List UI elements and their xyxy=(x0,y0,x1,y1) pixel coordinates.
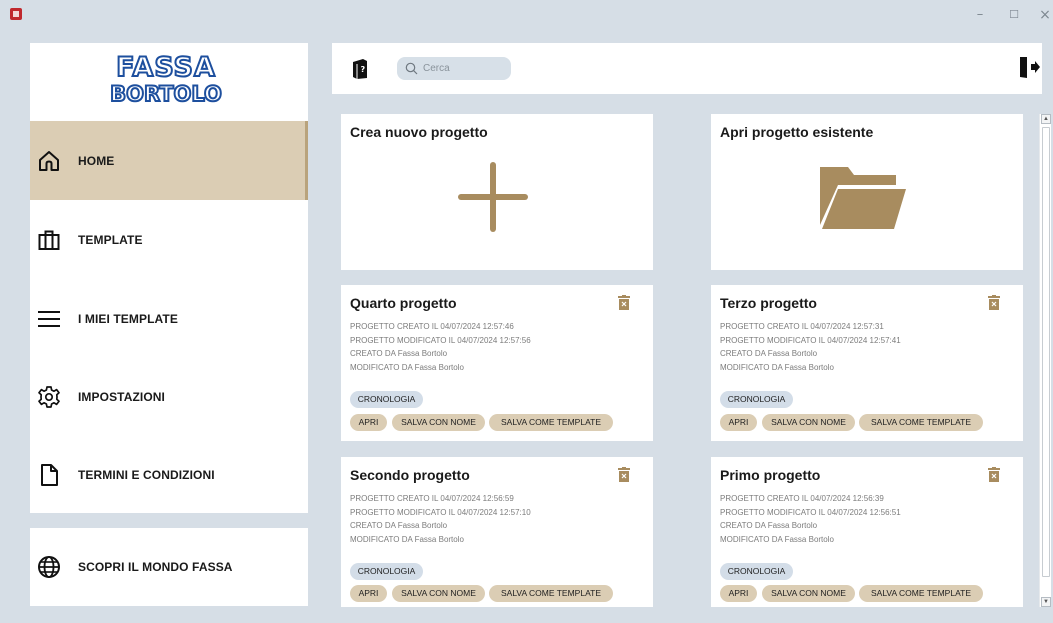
home-icon xyxy=(36,148,62,174)
save-as-template-button[interactable]: SALVA COME TEMPLATE xyxy=(489,414,613,431)
sidebar-item-home[interactable]: HOME xyxy=(30,121,308,200)
history-button[interactable]: CRONOLOGIA xyxy=(350,391,423,408)
open-project-card[interactable]: Apri progetto esistente xyxy=(711,114,1023,270)
gear-icon xyxy=(36,384,62,410)
created-date: PROGETTO CREATO IL 04/07/2024 12:56:59 xyxy=(350,494,514,503)
modified-date: PROGETTO MODIFICATO IL 04/07/2024 12:57:… xyxy=(350,335,531,345)
plus-icon xyxy=(457,161,529,233)
logo-line-1: FASSA xyxy=(115,52,216,83)
history-button[interactable]: CRONOLOGIA xyxy=(720,563,793,580)
logo-area: FASSA BORTOLO xyxy=(30,43,308,121)
sidebar-item-label: IMPOSTAZIONI xyxy=(78,389,165,404)
modified-by: MODIFICATO DA Fassa Bortolo xyxy=(350,362,464,372)
fassa-bortolo-logo: FASSA BORTOLO xyxy=(106,52,226,109)
logout-icon[interactable] xyxy=(1017,55,1041,79)
created-by: CREATO DA Fassa Bortolo xyxy=(720,349,818,358)
history-button[interactable]: CRONOLOGIA xyxy=(350,563,423,580)
project-title: Secondo progetto xyxy=(350,467,470,483)
project-card: Terzo progetto PROGETTO CREATO IL 04/07/… xyxy=(711,285,1023,441)
save-as-button[interactable]: SALVA CON NOME xyxy=(392,414,485,431)
scroll-down-arrow-icon[interactable]: ▼ xyxy=(1041,597,1051,607)
created-date: PROGETTO CREATO IL 04/07/2024 12:57:46 xyxy=(350,322,514,331)
trash-icon[interactable] xyxy=(988,295,1000,310)
sidebar-item-terms[interactable]: TERMINI E CONDIZIONI xyxy=(30,435,308,514)
save-as-button[interactable]: SALVA CON NOME xyxy=(762,585,855,602)
sidebar-item-settings[interactable]: IMPOSTAZIONI xyxy=(30,357,308,436)
project-meta: PROGETTO CREATO IL 04/07/2024 12:57:31 P… xyxy=(720,320,901,374)
modified-date: PROGETTO MODIFICATO IL 04/07/2024 12:57:… xyxy=(350,507,531,517)
search-input[interactable] xyxy=(423,59,507,78)
project-title: Quarto progetto xyxy=(350,295,457,311)
sidebar-item-label: TEMPLATE xyxy=(78,232,143,247)
trash-icon[interactable] xyxy=(988,467,1000,482)
manual-book-icon[interactable]: ? xyxy=(350,58,370,80)
menu-lines-icon xyxy=(36,306,62,332)
svg-text:?: ? xyxy=(361,65,366,74)
trash-icon[interactable] xyxy=(618,467,630,482)
sidebar-item-label: TERMINI E CONDIZIONI xyxy=(78,467,215,482)
save-as-template-button[interactable]: SALVA COME TEMPLATE xyxy=(859,414,983,431)
created-by: CREATO DA Fassa Bortolo xyxy=(350,521,448,530)
sidebar: FASSA BORTOLO HOME TEMPLATE I MIEI TEMPL… xyxy=(30,43,308,513)
scroll-up-arrow-icon[interactable]: ▲ xyxy=(1041,114,1051,124)
app-icon xyxy=(10,8,22,20)
top-header: ? xyxy=(332,43,1042,94)
project-meta: PROGETTO CREATO IL 04/07/2024 12:56:59 P… xyxy=(350,492,531,546)
created-date: PROGETTO CREATO IL 04/07/2024 12:57:31 xyxy=(720,322,884,331)
history-button[interactable]: CRONOLOGIA xyxy=(720,391,793,408)
created-by: CREATO DA Fassa Bortolo xyxy=(720,521,818,530)
save-as-template-button[interactable]: SALVA COME TEMPLATE xyxy=(489,585,613,602)
save-as-template-button[interactable]: SALVA COME TEMPLATE xyxy=(859,585,983,602)
modified-date: PROGETTO MODIFICATO IL 04/07/2024 12:56:… xyxy=(720,507,901,517)
project-meta: PROGETTO CREATO IL 04/07/2024 12:57:46 P… xyxy=(350,320,531,374)
briefcase-icon xyxy=(36,227,62,253)
maximize-button[interactable]: ☐ xyxy=(1002,6,1026,24)
open-button[interactable]: APRI xyxy=(350,414,387,431)
project-title: Terzo progetto xyxy=(720,295,817,311)
sidebar-item-label: I MIEI TEMPLATE xyxy=(78,311,178,326)
modified-by: MODIFICATO DA Fassa Bortolo xyxy=(720,534,834,544)
project-meta: PROGETTO CREATO IL 04/07/2024 12:56:39 P… xyxy=(720,492,901,546)
search-icon xyxy=(405,62,418,75)
open-button[interactable]: APRI xyxy=(350,585,387,602)
vertical-scrollbar[interactable]: ▲ ▼ xyxy=(1039,114,1051,607)
modified-by: MODIFICATO DA Fassa Bortolo xyxy=(720,362,834,372)
project-card: Primo progetto PROGETTO CREATO IL 04/07/… xyxy=(711,457,1023,607)
trash-icon[interactable] xyxy=(618,295,630,310)
folder-icon xyxy=(818,161,908,233)
close-window-button[interactable]: × xyxy=(1033,6,1053,24)
sidebar-item-template[interactable]: TEMPLATE xyxy=(30,200,308,279)
project-title: Primo progetto xyxy=(720,467,821,483)
scroll-thumb[interactable] xyxy=(1042,127,1050,577)
logo-line-2: BORTOLO xyxy=(109,81,223,107)
project-card: Secondo progetto PROGETTO CREATO IL 04/0… xyxy=(341,457,653,607)
sidebar-item-label: HOME xyxy=(78,153,115,168)
card-title: Apri progetto esistente xyxy=(720,124,874,140)
document-icon xyxy=(36,462,62,488)
minimize-button[interactable]: – xyxy=(968,6,992,24)
created-by: CREATO DA Fassa Bortolo xyxy=(350,349,448,358)
open-button[interactable]: APRI xyxy=(720,414,757,431)
save-as-button[interactable]: SALVA CON NOME xyxy=(392,585,485,602)
window-titlebar: – ☐ × xyxy=(0,0,1053,30)
sidebar-item-discover-fassa[interactable]: SCOPRI IL MONDO FASSA xyxy=(30,528,308,606)
globe-icon xyxy=(36,554,62,580)
search-box[interactable] xyxy=(397,57,511,80)
save-as-button[interactable]: SALVA CON NOME xyxy=(762,414,855,431)
open-button[interactable]: APRI xyxy=(720,585,757,602)
created-date: PROGETTO CREATO IL 04/07/2024 12:56:39 xyxy=(720,494,884,503)
sidebar-item-label: SCOPRI IL MONDO FASSA xyxy=(78,560,233,574)
sidebar-item-my-templates[interactable]: I MIEI TEMPLATE xyxy=(30,279,308,358)
modified-date: PROGETTO MODIFICATO IL 04/07/2024 12:57:… xyxy=(720,335,901,345)
card-title: Crea nuovo progetto xyxy=(350,124,488,140)
modified-by: MODIFICATO DA Fassa Bortolo xyxy=(350,534,464,544)
project-card: Quarto progetto PROGETTO CREATO IL 04/07… xyxy=(341,285,653,441)
discover-fassa-row: SCOPRI IL MONDO FASSA xyxy=(30,528,308,606)
new-project-card[interactable]: Crea nuovo progetto xyxy=(341,114,653,270)
